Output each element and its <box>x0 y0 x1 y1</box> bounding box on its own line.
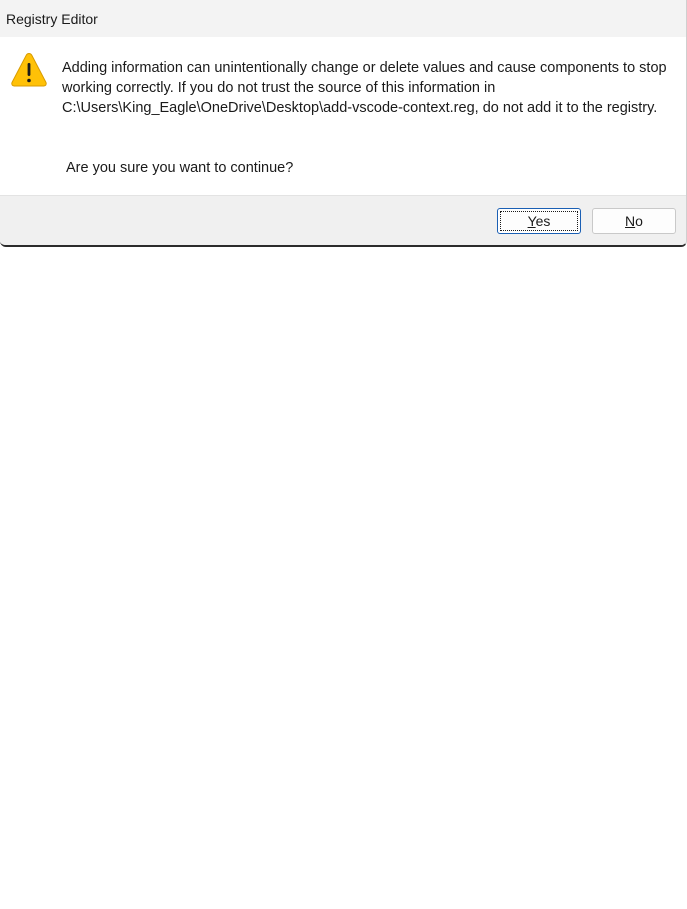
dialog-content: Adding information can unintentionally c… <box>0 37 686 195</box>
no-label-rest: o <box>635 213 643 229</box>
yes-mnemonic: Y <box>527 213 536 229</box>
title-bar[interactable]: Registry Editor <box>0 0 686 37</box>
window-title: Registry Editor <box>6 10 98 27</box>
button-bar: Yes No <box>0 195 686 245</box>
no-mnemonic: N <box>625 213 636 229</box>
warning-message: Adding information can unintentionally c… <box>62 60 667 116</box>
warning-icon <box>11 52 47 87</box>
yes-button[interactable]: Yes <box>497 208 581 234</box>
no-button[interactable]: No <box>592 208 676 234</box>
registry-editor-dialog: Registry Editor Adding information can u… <box>0 0 687 247</box>
yes-label-rest: es <box>535 213 551 229</box>
confirmation-question: Are you sure you want to continue? <box>66 160 294 176</box>
